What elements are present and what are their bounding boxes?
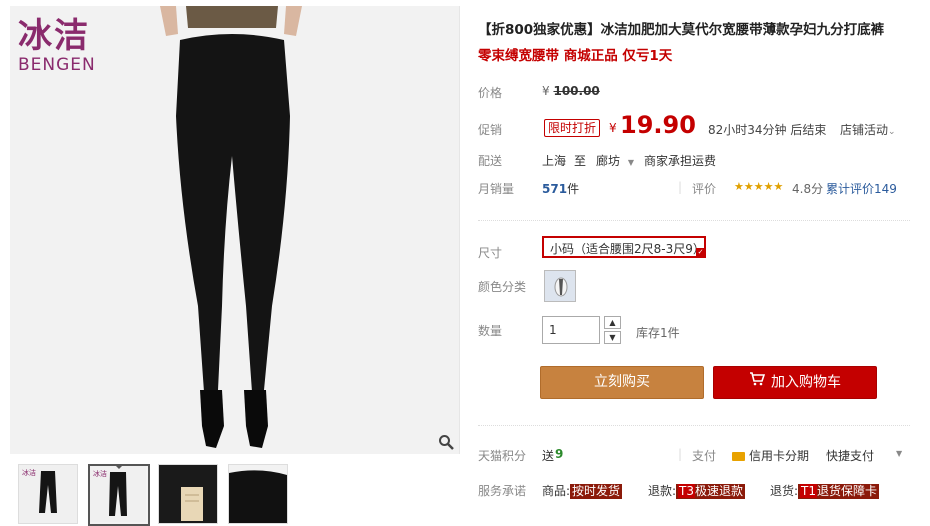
points-label: 天猫积分 xyxy=(478,449,527,463)
shop-activity-dropdown[interactable]: 店铺活动⌄ xyxy=(840,121,896,138)
size-option-text: 小码（适合腰围2尺8-3尺9） xyxy=(550,242,705,256)
shipping-label: 配送 xyxy=(478,154,503,168)
caret-down-icon[interactable]: ▼ xyxy=(896,449,902,458)
separator: | xyxy=(678,447,683,461)
checkmark-icon: ✓ xyxy=(696,248,705,257)
sales-count-wrap: 571件 xyxy=(542,180,579,197)
add-to-cart-button[interactable]: 加入购物车 xyxy=(713,366,877,399)
shop-activity-label: 店铺活动 xyxy=(840,123,889,137)
logo-en: BENGEN xyxy=(18,55,96,75)
service-goods: 商品: 按时发货 xyxy=(542,482,623,499)
review-count: 149 xyxy=(874,182,897,196)
refund-label: 退款: xyxy=(648,484,677,498)
points-send: 送 xyxy=(542,449,555,463)
promo-row: 促销 限时打折 ¥ 19.90 82小时34分钟 后结束 店铺活动⌄ xyxy=(478,111,918,141)
divider xyxy=(478,220,910,221)
price-label: 价格 xyxy=(478,86,503,100)
size-option-selected[interactable]: 小码（适合腰围2尺8-3尺9） ✓ xyxy=(542,236,706,258)
currency-symbol: ¥ xyxy=(542,84,550,98)
main-product-image[interactable]: 冰洁 BENGEN xyxy=(10,6,460,454)
return-guarantee-badge[interactable]: T1退货保障卡 xyxy=(798,484,880,499)
ship-from: 上海 xyxy=(542,154,567,168)
brand-logo: 冰洁 BENGEN xyxy=(18,16,96,74)
review-link[interactable]: 累计评价149 xyxy=(826,180,897,197)
refund-badge-text: 极速退款 xyxy=(695,484,744,498)
product-subtitle: 零束缚宽腰带 商城正品 仅亏1天 xyxy=(478,48,673,64)
fast-refund-badge[interactable]: T3极速退款 xyxy=(676,484,746,499)
product-title[interactable]: 【折800独家优惠】冰洁加肥加大莫代尔宽腰带薄款孕妇九分打底裤 xyxy=(478,18,884,38)
rating-stars: ★★★★★ xyxy=(734,180,784,193)
return-badge-text: 退货保障卡 xyxy=(817,484,878,498)
goods-label: 商品: xyxy=(542,484,571,498)
product-info: 【折800独家优惠】冰洁加肥加大莫代尔宽腰带薄款孕妇九分打底裤 零束缚宽腰带 商… xyxy=(478,0,918,524)
refund-badge-code: T3 xyxy=(678,484,696,498)
promo-tag: 限时打折 xyxy=(544,119,601,137)
chevron-down-icon: ⌄ xyxy=(888,127,896,137)
sales-count: 571 xyxy=(542,182,568,196)
logo-cn: 冰洁 xyxy=(18,16,90,56)
review-text: 累计评价 xyxy=(826,182,875,196)
service-return: 退货: T1退货保障卡 xyxy=(770,482,880,499)
qty-increase-icon[interactable]: ▲ xyxy=(604,316,621,329)
stock-text: 库存1件 xyxy=(636,326,680,340)
credit-card-installment[interactable]: 信用卡分期 xyxy=(732,447,809,464)
rating-label: 评价 xyxy=(692,182,717,196)
caret-down-icon: ▼ xyxy=(627,158,634,167)
quick-pay[interactable]: 快捷支付 xyxy=(826,447,874,464)
ship-to: 廊坊 xyxy=(596,154,621,168)
ship-fee: 商家承担运费 xyxy=(644,154,717,168)
buy-now-button[interactable]: 立刻购买 xyxy=(540,366,704,399)
current-price: 19.90 xyxy=(620,111,696,139)
current-currency: ¥ xyxy=(609,121,617,135)
service-label: 服务承诺 xyxy=(478,484,527,498)
thumbnail-4[interactable] xyxy=(228,464,288,524)
quantity-input[interactable]: 1 xyxy=(542,316,600,344)
cart-icon xyxy=(749,367,766,398)
credit-card-text: 信用卡分期 xyxy=(749,449,810,463)
thumbnail-2[interactable]: 冰洁 xyxy=(88,464,150,526)
thumbnail-1[interactable]: 冰洁 xyxy=(18,464,78,524)
size-label: 尺寸 xyxy=(478,246,503,260)
promo-label: 促销 xyxy=(478,123,503,137)
thumbnail-3[interactable] xyxy=(158,464,218,524)
divider xyxy=(478,425,910,426)
sales-unit: 件 xyxy=(567,182,580,196)
svg-text:冰洁: 冰洁 xyxy=(22,468,36,477)
ship-to-dropdown[interactable]: 廊坊 ▼ xyxy=(596,152,634,169)
sales-label: 月销量 xyxy=(478,182,515,196)
svg-text:冰洁: 冰洁 xyxy=(93,469,107,478)
points-value: 9 xyxy=(555,447,564,461)
original-price: ¥ 100.00 xyxy=(542,84,600,98)
countdown-text: 82小时34分钟 后结束 xyxy=(708,123,827,137)
add-to-cart-label: 加入购物车 xyxy=(771,374,841,391)
separator: | xyxy=(678,180,683,194)
ship-to-word: 至 xyxy=(574,154,587,168)
product-gallery: 冰洁 BENGEN 冰洁 冰洁 xyxy=(10,6,460,526)
qty-label: 数量 xyxy=(478,324,503,338)
pay-label: 支付 xyxy=(692,449,717,463)
on-time-shipping-badge[interactable]: 按时发货 xyxy=(570,484,623,499)
service-refund: 退款: T3极速退款 xyxy=(648,482,746,499)
credit-card-icon xyxy=(732,452,745,461)
magnifier-icon[interactable] xyxy=(437,434,455,452)
return-label: 退货: xyxy=(770,484,799,498)
rating-score: 4.8分 xyxy=(792,182,824,196)
color-swatch[interactable] xyxy=(544,270,576,302)
return-badge-code: T1 xyxy=(800,484,818,498)
original-price-value: 100.00 xyxy=(553,84,600,98)
color-label: 颜色分类 xyxy=(478,280,527,294)
qty-decrease-icon[interactable]: ▼ xyxy=(604,331,621,344)
